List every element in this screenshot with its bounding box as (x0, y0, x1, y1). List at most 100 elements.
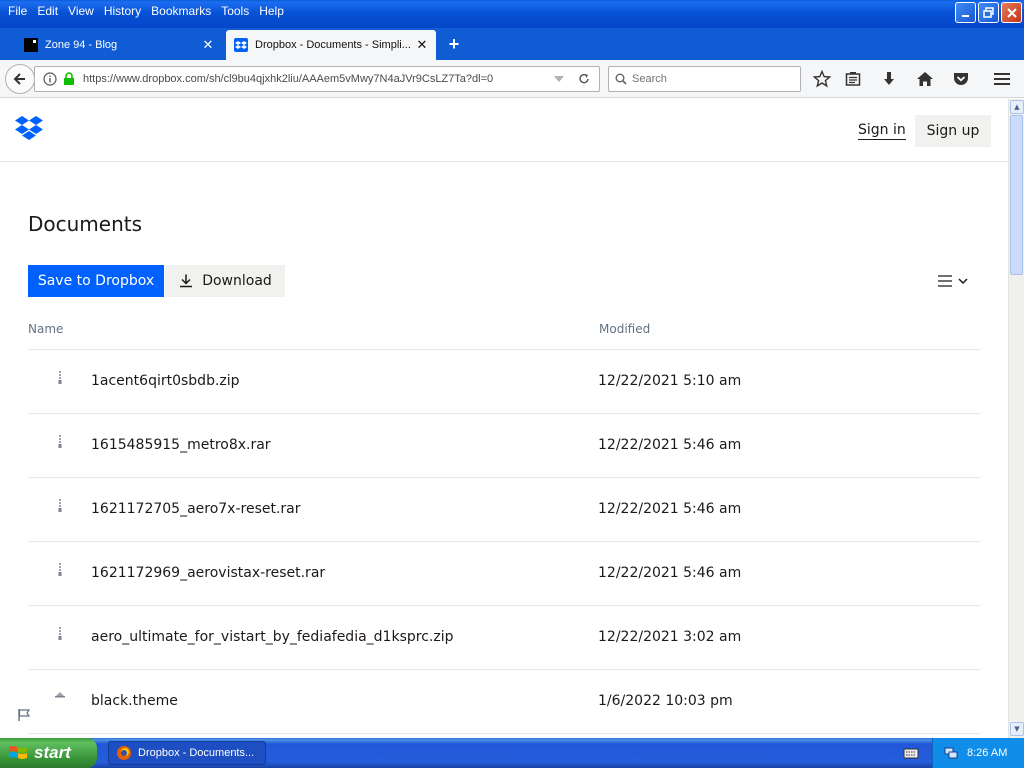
info-icon[interactable] (43, 72, 57, 86)
navigation-toolbar: https://www.dropbox.com/sh/cl9bu4qjxhk2l… (0, 60, 1024, 98)
file-name[interactable]: black.theme (91, 693, 178, 709)
menu-edit[interactable]: Edit (32, 0, 63, 22)
sign-up-button[interactable]: Sign up (915, 115, 991, 147)
new-tab-button[interactable]: + (444, 34, 464, 54)
tab-bar: Zone 94 - Blog ✕ Dropbox - Documents - S… (0, 28, 1024, 60)
download-label: Download (202, 273, 272, 289)
network-icon[interactable] (943, 745, 959, 761)
column-header-name[interactable]: Name (28, 322, 63, 336)
search-placeholder: Search (632, 73, 667, 85)
zip-file-icon (58, 371, 62, 384)
file-modified: 12/22/2021 5:46 am (598, 565, 742, 581)
reader-list-button[interactable] (843, 69, 863, 89)
star-icon (813, 70, 831, 88)
scroll-thumb[interactable] (1010, 115, 1023, 275)
tab-close-icon[interactable]: ✕ (414, 37, 430, 53)
url-bar[interactable]: https://www.dropbox.com/sh/cl9bu4qjxhk2l… (34, 66, 600, 92)
download-icon (180, 274, 193, 288)
download-button[interactable]: Download (165, 265, 285, 297)
file-name[interactable]: 1621172705_aero7x-reset.rar (91, 501, 301, 517)
firefox-icon (117, 746, 131, 760)
bookmark-star-button[interactable] (812, 69, 832, 89)
file-row[interactable]: 1615485915_metro8x.rar 12/22/2021 5:46 a… (28, 414, 981, 478)
window-titlebar: File Edit View History Bookmarks Tools H… (0, 0, 1024, 28)
file-row[interactable]: 1621172705_aero7x-reset.rar 12/22/2021 5… (28, 478, 981, 542)
tab-dropbox-documents[interactable]: Dropbox - Documents - Simpli... ✕ (226, 30, 436, 60)
file-row[interactable]: black.theme 1/6/2022 10:03 pm (28, 670, 981, 734)
zip-file-icon (58, 563, 62, 576)
dropbox-logo-icon[interactable] (14, 115, 44, 141)
tab-title: Zone 94 - Blog (45, 39, 118, 51)
zip-file-icon (58, 499, 62, 512)
reload-icon[interactable] (577, 72, 591, 86)
dropbox-favicon-icon (234, 38, 248, 52)
tab-zone94-blog[interactable]: Zone 94 - Blog ✕ (16, 30, 222, 60)
sign-in-link[interactable]: Sign in (858, 122, 906, 140)
file-row[interactable]: 1621172969_aerovistax-reset.rar 12/22/20… (28, 542, 981, 606)
file-modified: 12/22/2021 5:46 am (598, 501, 742, 517)
download-arrow-icon (884, 72, 894, 85)
scroll-down-arrow-icon[interactable]: ▼ (1010, 722, 1024, 736)
file-name[interactable]: 1acent6qirt0sbdb.zip (91, 373, 240, 389)
view-options-toggle[interactable] (938, 271, 978, 291)
column-header-modified[interactable]: Modified (599, 322, 650, 336)
downloads-button[interactable] (879, 69, 899, 89)
menu-view[interactable]: View (63, 0, 99, 22)
menu-file[interactable]: File (3, 0, 32, 22)
windows-logo-icon (9, 746, 27, 759)
keyboard-icon[interactable] (903, 746, 919, 760)
home-button[interactable] (915, 69, 935, 89)
back-arrow-icon (13, 73, 25, 85)
file-list: 1acent6qirt0sbdb.zip 12/22/2021 5:10 am … (28, 350, 981, 734)
menu-bar: File Edit View History Bookmarks Tools H… (0, 0, 289, 22)
save-to-dropbox-button[interactable]: Save to Dropbox (28, 265, 164, 297)
tab-title: Dropbox - Documents - Simpli... (255, 39, 411, 51)
page-viewport: Sign in Sign up Documents Save to Dropbo… (0, 99, 1008, 738)
search-bar[interactable]: Search (608, 66, 801, 92)
start-button[interactable]: start (0, 738, 97, 768)
close-window-button[interactable] (1001, 2, 1022, 23)
vertical-scrollbar[interactable]: ▲ ▼ (1008, 99, 1024, 738)
search-icon (615, 73, 627, 85)
zip-file-icon (58, 435, 62, 448)
url-text: https://www.dropbox.com/sh/cl9bu4qjxhk2l… (83, 73, 494, 85)
start-label: start (34, 743, 71, 762)
file-name[interactable]: 1615485915_metro8x.rar (91, 437, 271, 453)
restore-button[interactable] (978, 2, 999, 23)
file-name[interactable]: 1621172969_aerovistax-reset.rar (91, 565, 325, 581)
menu-history[interactable]: History (99, 0, 146, 22)
file-row[interactable]: 1acent6qirt0sbdb.zip 12/22/2021 5:10 am (28, 350, 981, 414)
theme-file-icon (55, 692, 65, 698)
library-icon (845, 72, 861, 86)
dropbox-header: Sign in Sign up (0, 99, 1008, 162)
file-name[interactable]: aero_ultimate_for_vistart_by_fediafedia_… (91, 629, 453, 645)
hamburger-icon (994, 73, 1010, 85)
file-modified: 12/22/2021 5:10 am (598, 373, 742, 389)
back-button[interactable] (5, 64, 35, 94)
pocket-button[interactable] (951, 69, 971, 89)
chevron-down-icon (958, 278, 968, 284)
flag-icon[interactable] (17, 708, 31, 722)
minimize-icon (961, 14, 969, 17)
file-modified: 1/6/2022 10:03 pm (598, 693, 733, 709)
taskbar-item-firefox[interactable]: Dropbox - Documents... (108, 741, 266, 765)
tab-close-icon[interactable]: ✕ (200, 37, 216, 53)
menu-help[interactable]: Help (254, 0, 289, 22)
list-view-icon (938, 275, 952, 287)
taskbar-item-label: Dropbox - Documents... (138, 747, 255, 759)
menu-bookmarks[interactable]: Bookmarks (146, 0, 216, 22)
file-modified: 12/22/2021 3:02 am (598, 629, 742, 645)
file-modified: 12/22/2021 5:46 am (598, 437, 742, 453)
menu-tools[interactable]: Tools (216, 0, 254, 22)
windows-taskbar: start Dropbox - Documents... 8:26 AM (0, 738, 1024, 768)
file-row[interactable]: aero_ultimate_for_vistart_by_fediafedia_… (28, 606, 981, 670)
scroll-up-arrow-icon[interactable]: ▲ (1010, 100, 1024, 114)
minimize-button[interactable] (955, 2, 976, 23)
home-icon (917, 72, 933, 86)
folder-title: Documents (28, 212, 143, 236)
close-icon (1006, 7, 1017, 18)
zip-file-icon (58, 627, 62, 640)
restore-icon (982, 6, 994, 18)
menu-button[interactable] (992, 69, 1012, 89)
dropdown-arrow-icon[interactable] (553, 75, 565, 83)
